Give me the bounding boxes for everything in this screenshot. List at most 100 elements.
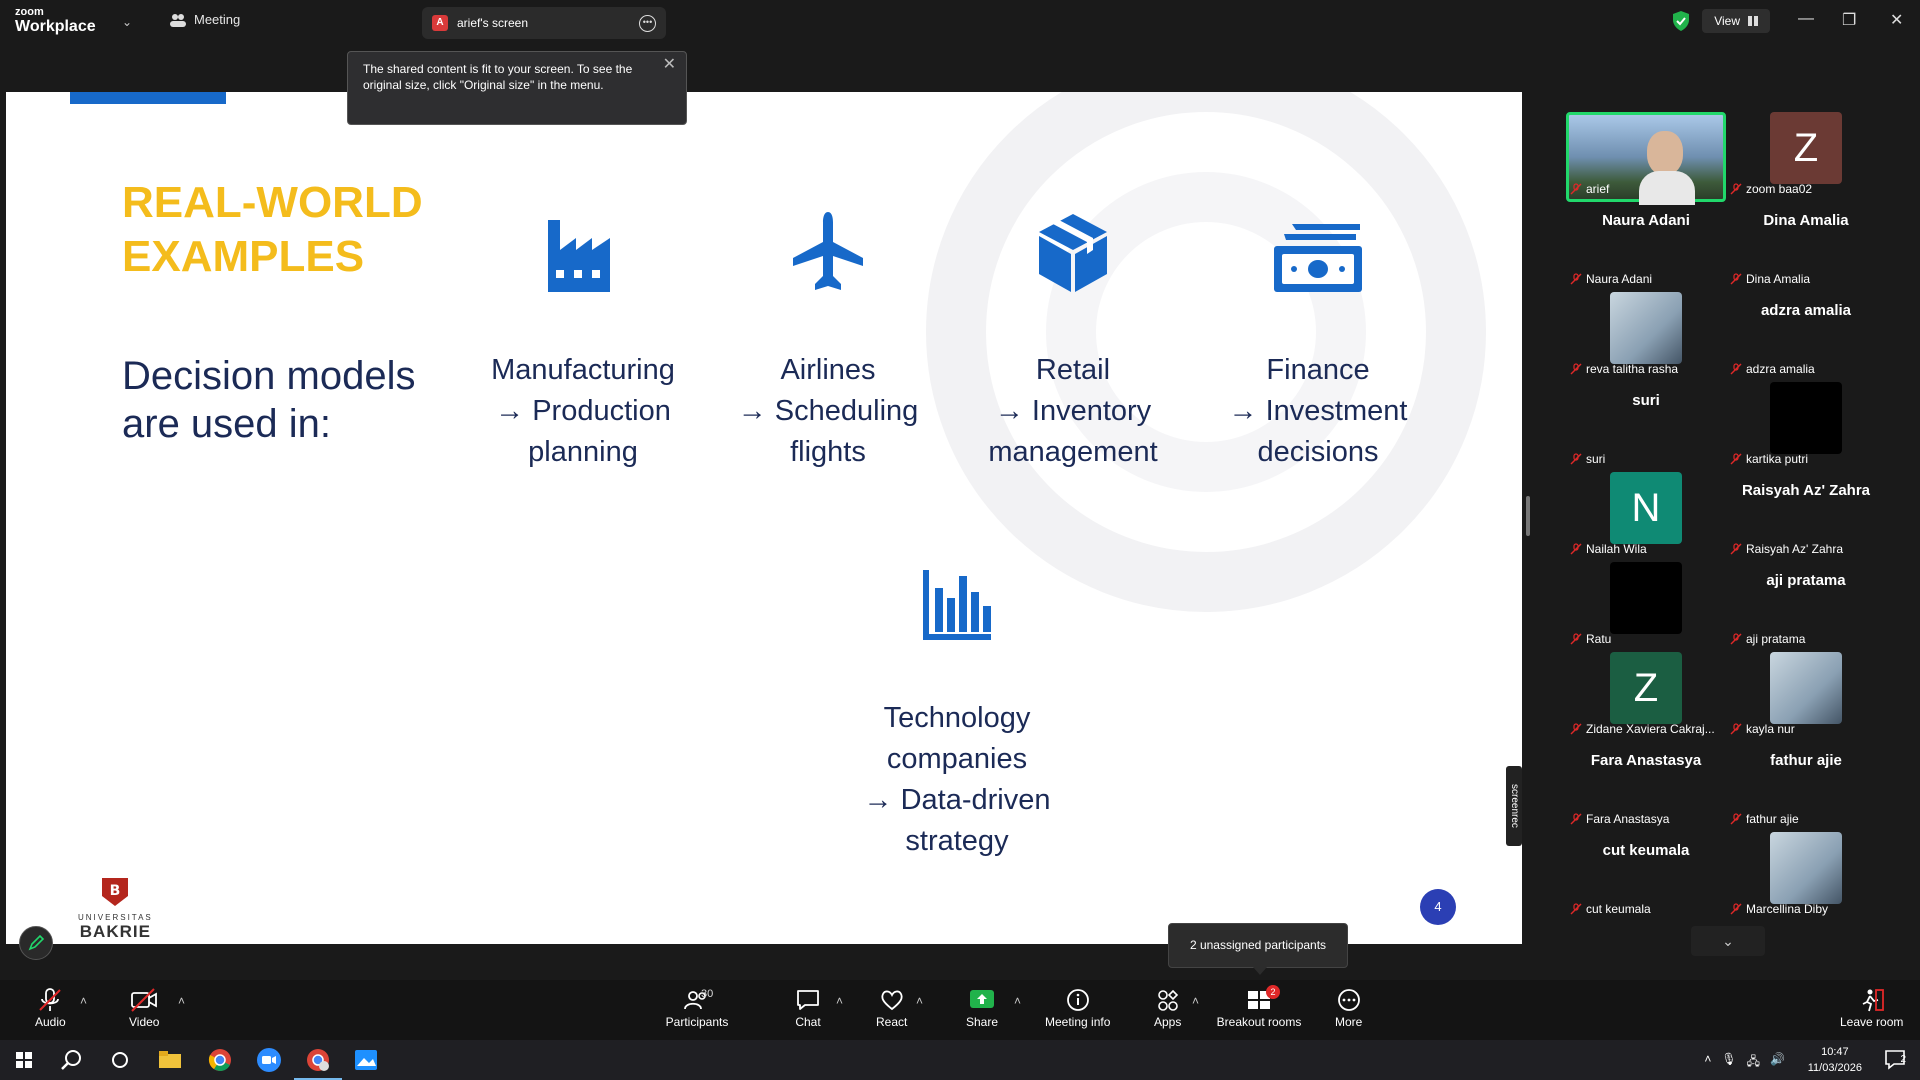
shared-slide: REAL-WORLD EXAMPLES Decision models are … <box>6 92 1522 944</box>
tray-overflow-chevron-icon[interactable]: ˄ <box>1704 1052 1711 1073</box>
participant-tile[interactable]: Fara Anastasya Fara Anastasya <box>1566 742 1726 830</box>
participant-tile[interactable]: Naura Adani Naura Adani <box>1566 202 1726 290</box>
meeting-label: Meeting <box>194 12 241 27</box>
view-button[interactable]: View <box>1702 9 1770 33</box>
participant-name: arief <box>1586 182 1610 196</box>
security-shield-icon[interactable] <box>1670 10 1692 32</box>
sharer-avatar: A <box>432 15 448 31</box>
participant-name: Raisyah Az' Zahra <box>1746 542 1844 556</box>
mic-muted-icon <box>1730 453 1742 465</box>
react-button[interactable]: React <box>876 988 907 1029</box>
minimize-icon[interactable]: — <box>1798 10 1814 28</box>
audio-options-caret[interactable]: ˄ <box>80 994 87 1008</box>
search-icon[interactable] <box>58 1046 86 1074</box>
participant-tile[interactable]: kayla nur <box>1726 652 1886 740</box>
close-icon[interactable]: ✕ <box>1890 10 1903 30</box>
participant-tile[interactable]: aji pratama aji pratama <box>1726 562 1886 650</box>
participant-tile[interactable]: Marcellina Diby <box>1726 832 1886 920</box>
participant-name: aji pratama <box>1746 632 1806 646</box>
chrome-profile-icon[interactable] <box>304 1046 332 1074</box>
microphone-icon[interactable]: 🎙 <box>1721 1052 1736 1073</box>
participant-name-label: cut keumala <box>1570 902 1651 916</box>
chat-options-caret[interactable]: ˄ <box>836 994 843 1008</box>
participant-tile[interactable]: suri suri <box>1566 382 1726 470</box>
restore-icon[interactable]: ❐ <box>1842 10 1856 30</box>
task-view-icon[interactable] <box>106 1046 134 1074</box>
zoom-workplace-logo: zoom Workplace <box>15 7 96 35</box>
participant-tile[interactable]: fathur ajie fathur ajie <box>1726 742 1886 830</box>
react-label: React <box>876 1015 908 1029</box>
participant-tile[interactable]: kartika putri <box>1726 382 1886 470</box>
logo-big-text: Workplace <box>15 18 96 35</box>
more-options-icon[interactable]: ••• <box>639 14 656 32</box>
shared-screen-tab[interactable]: A arief's screen ••• <box>422 7 666 39</box>
participant-tile[interactable]: Dina Amalia Dina Amalia <box>1726 202 1886 290</box>
participant-display-name: fathur ajie <box>1770 752 1842 769</box>
video-options-caret[interactable]: ˄ <box>178 994 185 1008</box>
participant-tile[interactable]: arief <box>1566 112 1726 205</box>
screenrec-widget[interactable]: screenrec <box>1506 766 1522 846</box>
example-technology: Technology companies → Data-driven strat… <box>827 550 1087 862</box>
mic-muted-icon <box>39 988 62 1011</box>
volume-icon[interactable]: 🔊 <box>1770 1052 1785 1073</box>
participant-name-label: kartika putri <box>1730 452 1808 466</box>
participant-tile[interactable]: N Nailah Wila <box>1566 472 1726 560</box>
close-icon[interactable]: ✕ <box>663 57 676 73</box>
share-button[interactable]: Share <box>966 988 998 1029</box>
participant-display-name: cut keumala <box>1602 842 1690 859</box>
video-button[interactable]: Video <box>129 988 159 1029</box>
participants-button[interactable]: 30 Participants <box>665 988 729 1029</box>
react-options-caret[interactable]: ˄ <box>916 994 923 1008</box>
notification-center-button[interactable]: 2 <box>1884 1048 1906 1073</box>
participant-tile[interactable]: cut keumala cut keumala <box>1566 832 1726 920</box>
more-button[interactable]: More <box>1335 988 1362 1029</box>
participant-name: Ratu <box>1586 632 1612 646</box>
participant-tile[interactable]: Raisyah Az' Zahra Raisyah Az' Zahra <box>1726 472 1886 560</box>
participant-tile[interactable]: Z Zidane Xaviera Cakraj... <box>1566 652 1726 740</box>
universitas-bakrie-logo: B UNIVERSITAS BAKRIE <box>78 878 153 942</box>
participant-video-off <box>1770 382 1842 454</box>
meeting-menu-button[interactable]: Meeting <box>170 12 240 27</box>
share-options-caret[interactable]: ˄ <box>1014 994 1021 1008</box>
clock-date: 11/03/2026 <box>1807 1062 1862 1074</box>
leave-room-button[interactable]: Leave room <box>1840 988 1903 1029</box>
example-finance: Finance → Investment decisions <box>1188 202 1448 473</box>
participant-display-name: aji pratama <box>1766 572 1846 589</box>
view-label: View <box>1714 14 1740 28</box>
meeting-info-button[interactable]: Meeting info <box>1045 988 1110 1029</box>
windows-start-icon[interactable] <box>10 1046 38 1074</box>
chevron-down-icon[interactable]: ⌄ <box>122 15 132 29</box>
chrome-icon[interactable] <box>206 1046 234 1074</box>
participant-name-label: kayla nur <box>1730 722 1795 736</box>
zoom-app-icon[interactable] <box>255 1046 283 1074</box>
gallery-scroll-down-button[interactable]: ⌄ <box>1691 926 1765 956</box>
file-explorer-icon[interactable] <box>156 1046 184 1074</box>
annotate-button[interactable] <box>19 926 53 960</box>
chat-button[interactable]: Chat <box>795 988 821 1029</box>
participant-tile[interactable]: reva talitha rasha <box>1566 292 1726 380</box>
apps-options-caret[interactable]: ˄ <box>1192 994 1199 1008</box>
unassigned-participants-tooltip: 2 unassigned participants <box>1168 923 1348 975</box>
bar-chart-icon <box>923 570 991 640</box>
network-icon[interactable]: 🖧 <box>1747 1052 1760 1073</box>
participant-tile[interactable]: adzra amalia adzra amalia <box>1726 292 1886 380</box>
mic-muted-icon <box>1730 723 1742 735</box>
photos-app-icon[interactable] <box>352 1046 380 1074</box>
participant-photo <box>1610 292 1682 364</box>
participant-name-label: aji pratama <box>1730 632 1805 646</box>
participant-name: Dina Amalia <box>1746 272 1811 286</box>
participant-tile[interactable]: Zzoom baa02 <box>1726 112 1886 200</box>
participant-tile[interactable]: Ratu <box>1566 562 1726 650</box>
breakout-rooms-button[interactable]: 2 Breakout rooms <box>1215 985 1303 1029</box>
example-label-manufacturing: Manufacturing → Production planning <box>491 354 675 468</box>
example-manufacturing: Manufacturing → Production planning <box>453 202 713 473</box>
participants-label: Participants <box>665 1015 729 1029</box>
participant-name: adzra amalia <box>1746 362 1815 376</box>
apps-button[interactable]: Apps <box>1154 988 1181 1029</box>
panel-resize-handle[interactable] <box>1526 496 1530 536</box>
participant-name-label: Marcellina Diby <box>1730 902 1828 916</box>
shared-screen-title: arief's screen <box>457 16 528 30</box>
audio-button[interactable]: Audio <box>35 988 66 1029</box>
taskbar-clock[interactable]: 10:47 11/03/2026 <box>1808 1044 1862 1076</box>
participants-count: 30 <box>701 988 714 1000</box>
